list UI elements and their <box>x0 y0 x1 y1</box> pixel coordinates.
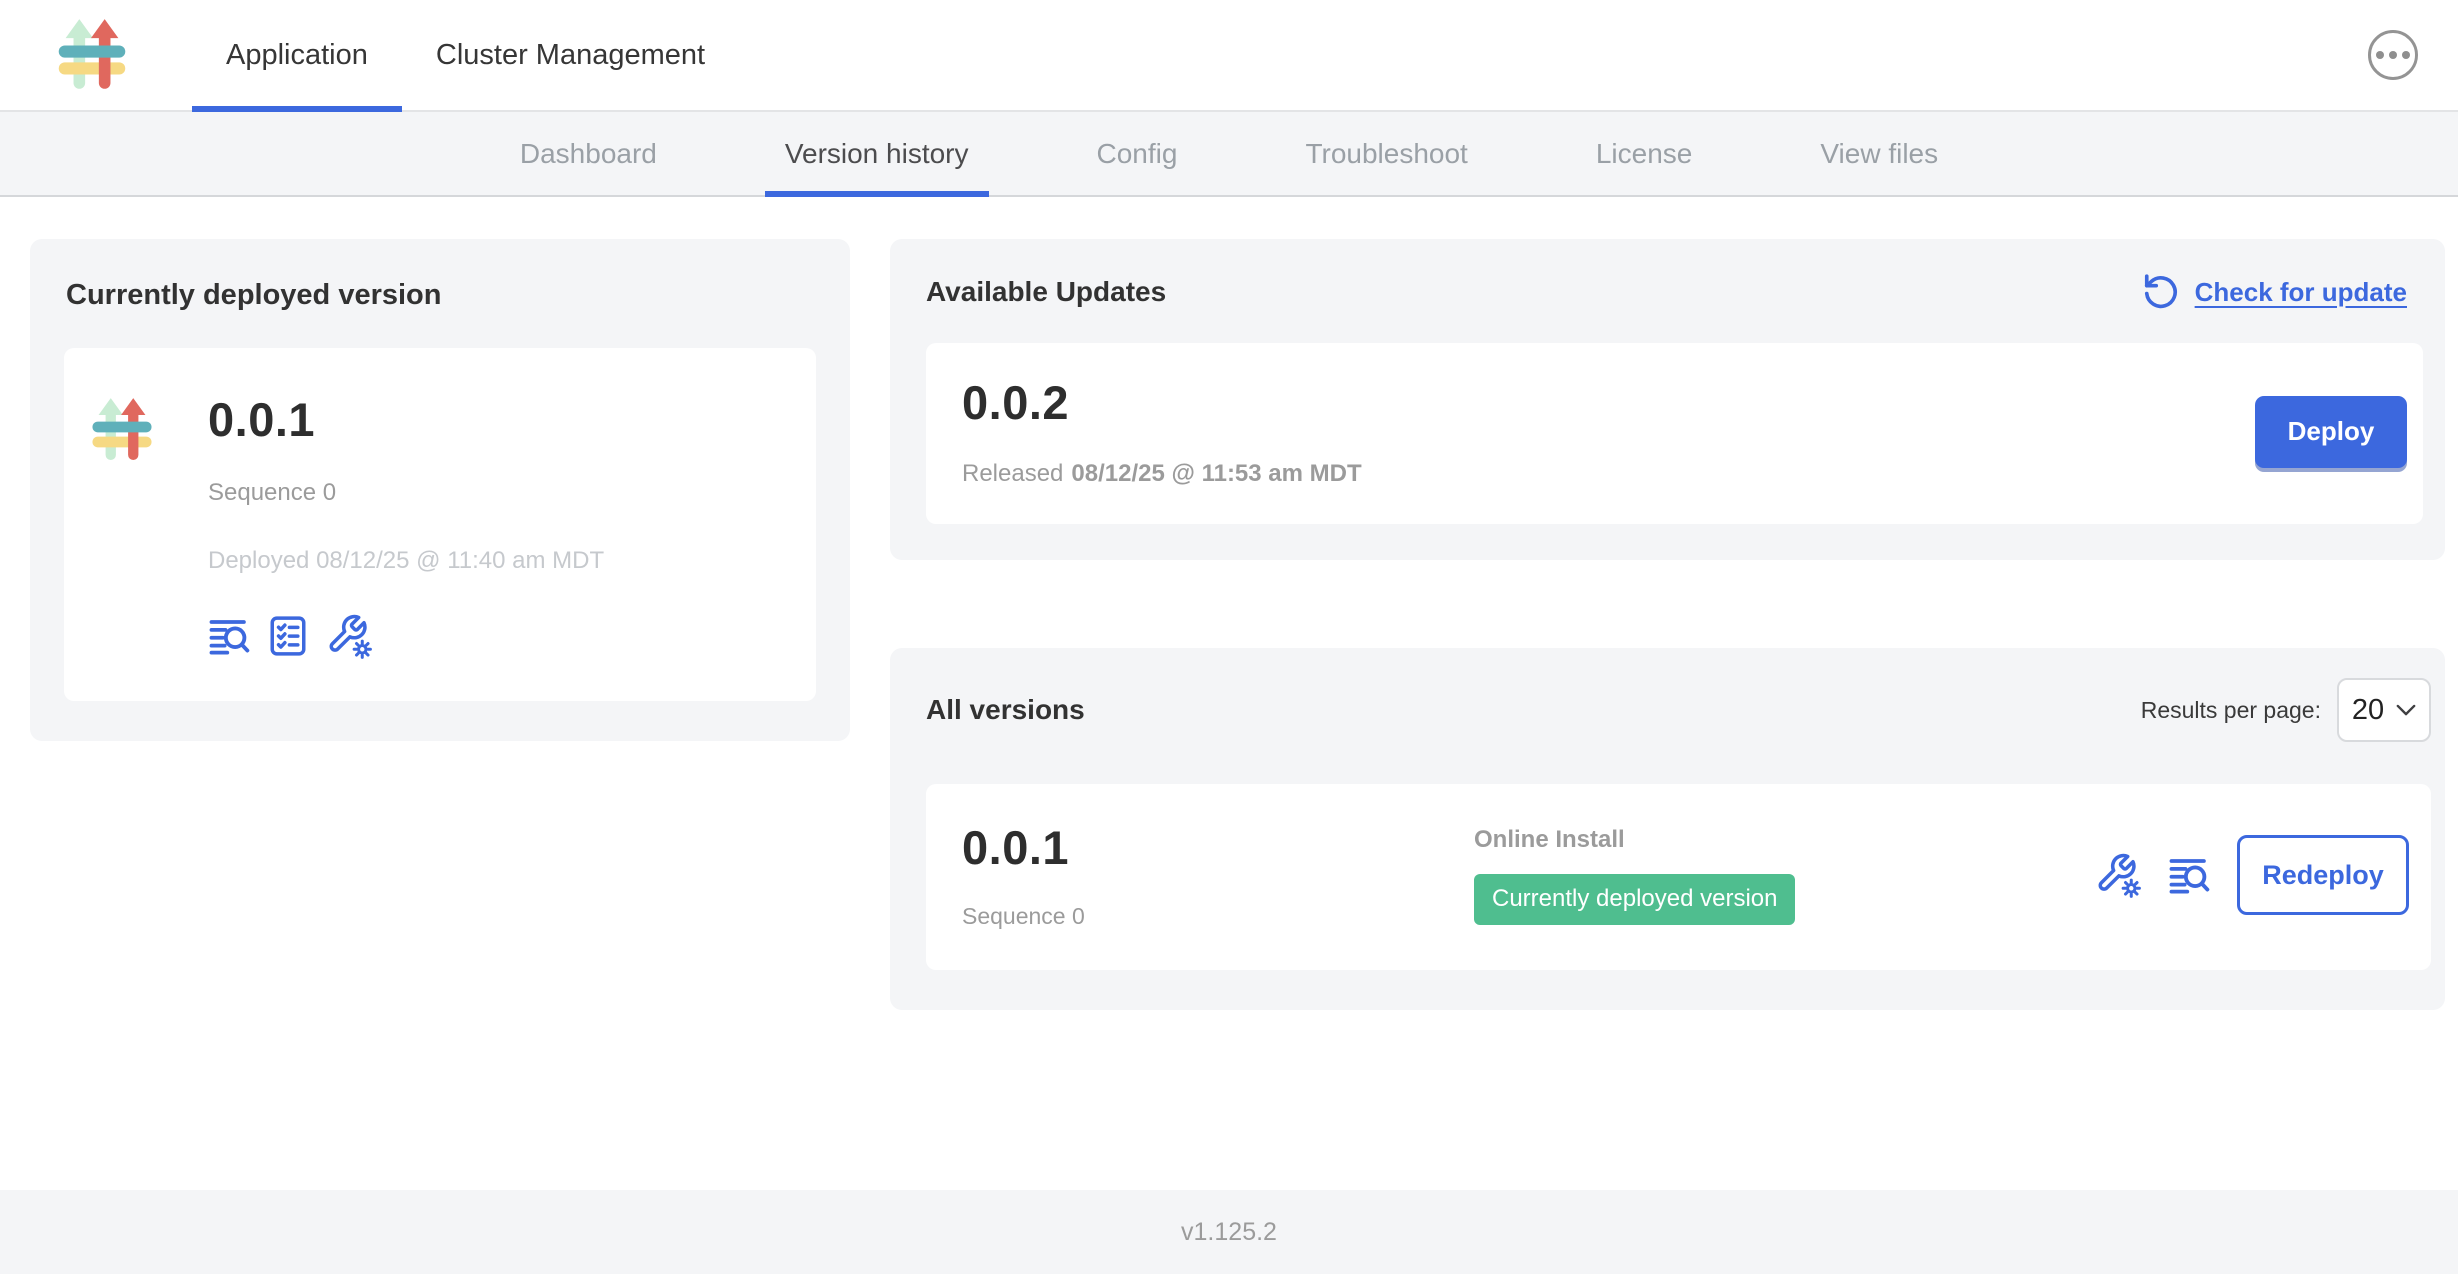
topnav-tab-application[interactable]: Application <box>192 0 402 110</box>
deployed-version-info: 0.0.1 Sequence 0 Deployed 08/12/25 @ 11:… <box>208 392 604 659</box>
deployed-card-title: Currently deployed version <box>66 279 816 312</box>
currently-deployed-badge: Currently deployed version <box>1474 874 1795 925</box>
results-per-page: Results per page: 20 <box>2141 678 2431 742</box>
app-footer: v1.125.2 <box>0 1190 2458 1274</box>
tab-dashboard[interactable]: Dashboard <box>500 112 677 195</box>
tab-version-history-label: Version history <box>785 138 969 170</box>
available-updates-card: Available Updates Check for update 0.0.2… <box>890 239 2445 560</box>
topnav-right <box>2368 0 2458 110</box>
deploy-button[interactable]: Deploy <box>2255 396 2407 468</box>
results-per-page-value: 20 <box>2352 694 2384 727</box>
all-versions-card: All versions Results per page: 20 0.0.1 … <box>890 648 2445 1010</box>
console-version: v1.125.2 <box>1181 1218 1277 1247</box>
version-sequence: Sequence 0 <box>962 903 1474 930</box>
app-subnav: Dashboard Version history Config Trouble… <box>0 112 2458 197</box>
all-versions-header: All versions Results per page: 20 <box>926 678 2431 742</box>
edit-config-icon[interactable] <box>326 613 372 659</box>
check-for-update-link[interactable]: Check for update <box>2142 273 2423 311</box>
redeploy-button[interactable]: Redeploy <box>2237 835 2409 915</box>
results-per-page-label: Results per page: <box>2141 697 2321 724</box>
tab-license-label: License <box>1596 138 1693 170</box>
deployed-version-number: 0.0.1 <box>208 392 604 447</box>
available-updates-title: Available Updates <box>926 276 1166 308</box>
version-number: 0.0.1 <box>962 820 1474 875</box>
tab-dashboard-label: Dashboard <box>520 138 657 170</box>
main-content: Currently deployed version 0.0.1 Sequenc… <box>0 197 2458 1190</box>
tab-view-files[interactable]: View files <box>1800 112 1958 195</box>
currently-deployed-card: Currently deployed version 0.0.1 Sequenc… <box>30 239 850 741</box>
tab-view-files-label: View files <box>1820 138 1938 170</box>
deployed-sequence: Sequence 0 <box>208 479 604 507</box>
available-updates-header: Available Updates Check for update <box>926 273 2423 311</box>
version-row-actions: Redeploy <box>2095 835 2413 915</box>
ellipsis-dot-icon <box>2389 51 2397 59</box>
released-date: 08/12/25 @ 11:53 am MDT <box>1071 460 1361 487</box>
topnav-tabs: Application Cluster Management <box>192 0 739 110</box>
version-row-info: 0.0.1 Sequence 0 <box>962 820 1474 930</box>
refresh-ccw-icon <box>2142 273 2180 311</box>
tab-config[interactable]: Config <box>1077 112 1198 195</box>
chevron-down-icon <box>2396 704 2416 717</box>
app-logo <box>58 0 126 110</box>
right-column: Available Updates Check for update 0.0.2… <box>890 239 2445 1010</box>
topnav-tab-application-label: Application <box>226 39 368 72</box>
tab-license[interactable]: License <box>1576 112 1713 195</box>
deployed-version-panel: 0.0.1 Sequence 0 Deployed 08/12/25 @ 11:… <box>64 348 816 701</box>
app-logo-icon <box>58 17 126 93</box>
view-logs-icon[interactable] <box>208 615 250 657</box>
results-per-page-select[interactable]: 20 <box>2337 678 2431 742</box>
tab-config-label: Config <box>1097 138 1178 170</box>
update-info: 0.0.2 Released 08/12/25 @ 11:53 am MDT <box>962 375 1362 488</box>
overflow-menu-button[interactable] <box>2368 30 2418 80</box>
version-row-status: Online Install Currently deployed versio… <box>1474 826 2095 925</box>
view-logs-icon[interactable] <box>2168 854 2210 896</box>
topnav-tab-cluster-management[interactable]: Cluster Management <box>402 0 739 110</box>
version-row: 0.0.1 Sequence 0 Online Install Currentl… <box>926 784 2431 970</box>
top-navbar: Application Cluster Management <box>0 0 2458 112</box>
preflight-checks-icon[interactable] <box>267 614 309 658</box>
ellipsis-dot-icon <box>2376 51 2384 59</box>
check-for-update-label: Check for update <box>2195 277 2407 308</box>
edit-config-icon[interactable] <box>2095 852 2141 898</box>
update-row: 0.0.2 Released 08/12/25 @ 11:53 am MDT De… <box>926 343 2423 524</box>
tab-version-history[interactable]: Version history <box>765 112 989 195</box>
install-type-label: Online Install <box>1474 826 2095 854</box>
app-logo <box>92 396 152 659</box>
app-logo-icon <box>92 396 152 464</box>
released-prefix: Released <box>962 460 1063 487</box>
ellipsis-dot-icon <box>2402 51 2410 59</box>
update-released-timestamp: Released 08/12/25 @ 11:53 am MDT <box>962 460 1362 488</box>
topnav-tab-cluster-management-label: Cluster Management <box>436 39 705 72</box>
deployed-action-icons <box>208 613 604 659</box>
update-version-number: 0.0.2 <box>962 375 1362 430</box>
all-versions-title: All versions <box>926 694 1085 726</box>
tab-troubleshoot[interactable]: Troubleshoot <box>1285 112 1487 195</box>
deployed-timestamp: Deployed 08/12/25 @ 11:40 am MDT <box>208 547 604 575</box>
tab-troubleshoot-label: Troubleshoot <box>1305 138 1467 170</box>
